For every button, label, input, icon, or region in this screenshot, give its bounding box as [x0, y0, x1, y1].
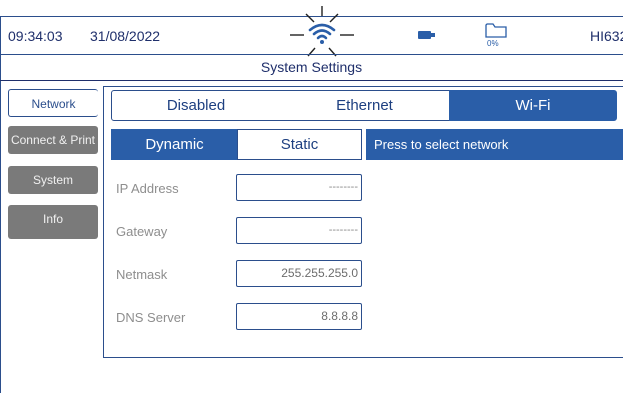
divider — [0, 80, 623, 81]
netmask-label: Netmask — [116, 267, 168, 282]
usb-stick-icon — [418, 31, 435, 39]
tab-system[interactable]: System — [8, 166, 98, 194]
device-id: HI632 — [590, 28, 623, 44]
ip-dynamic-button[interactable]: Dynamic — [111, 129, 238, 160]
status-date: 31/08/2022 — [90, 28, 161, 44]
folder-icon — [485, 23, 507, 38]
tab-network[interactable]: Network — [8, 89, 98, 117]
page-title: System Settings — [260, 59, 363, 75]
tab-info[interactable]: Info — [8, 205, 98, 239]
storage-folder[interactable]: 0% — [484, 22, 508, 50]
conn-wifi-button[interactable]: Wi-Fi — [449, 90, 617, 121]
status-time: 09:34:03 — [8, 28, 63, 44]
ip-static-button[interactable]: Static — [237, 129, 362, 160]
ip-address-field[interactable]: -------- — [236, 174, 362, 201]
gateway-label: Gateway — [116, 224, 168, 239]
ip-address-label: IP Address — [116, 181, 179, 196]
conn-ethernet-button[interactable]: Ethernet — [280, 90, 450, 121]
dns-server-field[interactable]: 8.8.8.8 — [236, 303, 362, 330]
gateway-field[interactable]: -------- — [236, 217, 362, 244]
tab-connect-print[interactable]: Connect & Print — [8, 126, 98, 154]
dns-server-label: DNS Server — [116, 310, 186, 325]
conn-disabled-button[interactable]: Disabled — [111, 90, 281, 121]
netmask-field[interactable]: 255.255.255.0 — [236, 260, 362, 287]
storage-percent: 0% — [487, 39, 499, 48]
select-network-button[interactable]: Press to select network — [366, 129, 623, 160]
